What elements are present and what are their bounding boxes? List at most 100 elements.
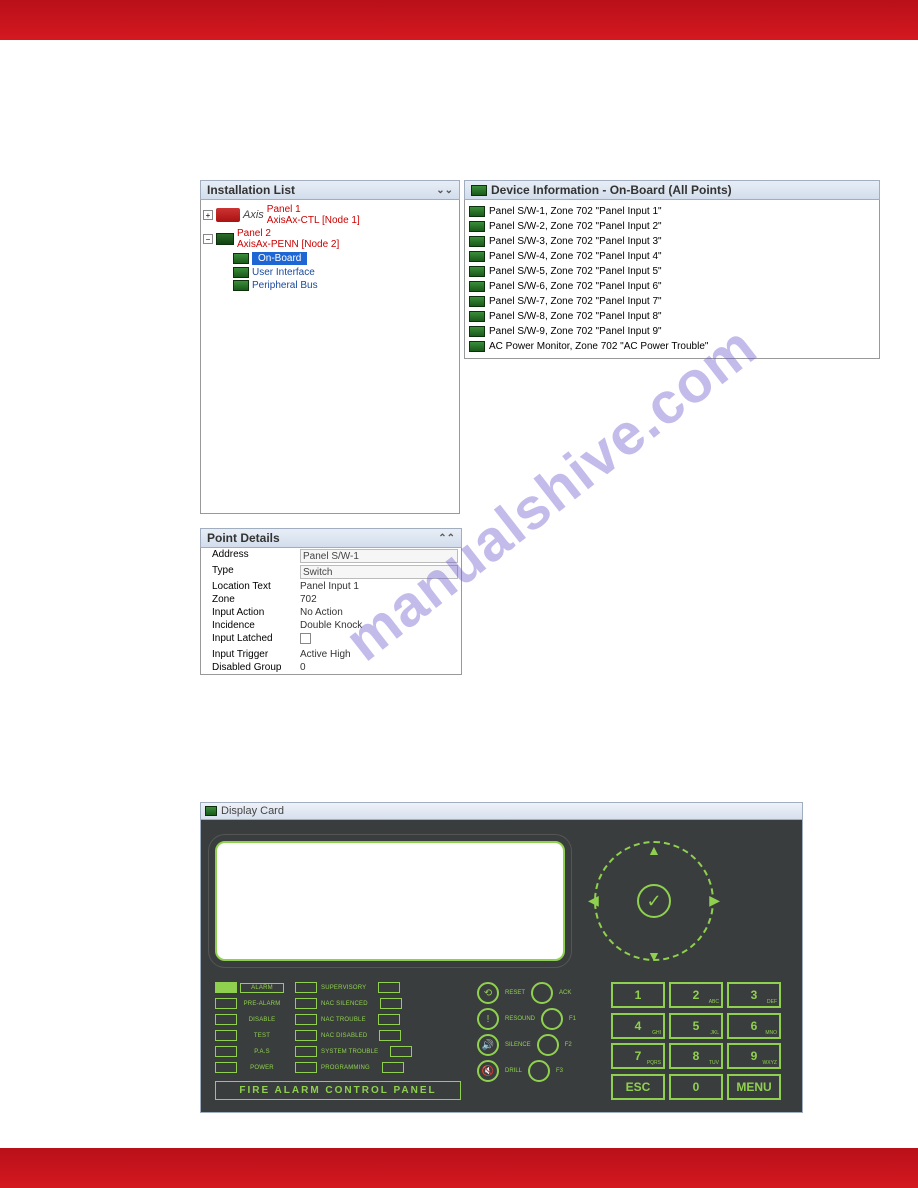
keypad-key[interactable]: 2ABC — [669, 982, 723, 1008]
led-label: PROGRAMMING — [320, 1064, 371, 1072]
led-indicator — [215, 1046, 237, 1057]
expand-icon[interactable]: + — [203, 210, 213, 220]
device-list[interactable]: Panel S/W-1, Zone 702 "Panel Input 1"Pan… — [464, 200, 880, 359]
led-indicator — [295, 1014, 317, 1025]
led-indicator — [215, 1014, 237, 1025]
device-icon — [469, 251, 485, 262]
key-sub: PQRS — [647, 1061, 661, 1066]
arrow-down-icon[interactable]: ▼ — [647, 948, 661, 964]
control-label: DRILL — [505, 1068, 522, 1074]
device-row[interactable]: Panel S/W-1, Zone 702 "Panel Input 1" — [469, 204, 875, 219]
device-row[interactable]: Panel S/W-6, Zone 702 "Panel Input 6" — [469, 279, 875, 294]
device-row-label: Panel S/W-4, Zone 702 "Panel Input 4" — [489, 251, 662, 262]
navigation-wheel[interactable]: ✓ ▲ ▼ ◀ ▶ — [589, 836, 719, 966]
device-row[interactable]: Panel S/W-9, Zone 702 "Panel Input 9" — [469, 324, 875, 339]
point-detail-value: Double Knock — [300, 620, 458, 631]
control-row: ⟲RESETACK — [477, 982, 595, 1004]
device-row-label: Panel S/W-9, Zone 702 "Panel Input 9" — [489, 326, 662, 337]
keypad-key[interactable]: 1 — [611, 982, 665, 1008]
control-button[interactable]: ⟲ — [477, 982, 499, 1004]
led-label: DISABLE — [240, 1016, 284, 1024]
keypad-key[interactable]: 6MNO — [727, 1013, 781, 1039]
device-row[interactable]: AC Power Monitor, Zone 702 "AC Power Tro… — [469, 339, 875, 354]
point-detail-label: Incidence — [204, 620, 300, 631]
collapse-icon[interactable]: ⌄⌄ — [436, 185, 453, 196]
point-detail-row: Input ActionNo Action — [201, 606, 461, 619]
keypad-key[interactable]: 5JKL — [669, 1013, 723, 1039]
key-number: 8 — [693, 1050, 700, 1062]
point-detail-label: Disabled Group — [204, 662, 300, 673]
point-detail-value: 702 — [300, 594, 458, 605]
board-icon — [233, 267, 249, 278]
led-indicator — [379, 1030, 401, 1041]
device-row[interactable]: Panel S/W-8, Zone 702 "Panel Input 8" — [469, 309, 875, 324]
device-row[interactable]: Panel S/W-2, Zone 702 "Panel Input 2" — [469, 219, 875, 234]
tree-node-panel1[interactable]: + Axis Panel 1 AxisAx-CTL [Node 1] — [203, 203, 457, 227]
panel1-title: Panel 1 — [267, 204, 360, 215]
control-button[interactable] — [531, 982, 553, 1004]
point-detail-row: Input TriggerActive High — [201, 648, 461, 661]
device-row-label: Panel S/W-6, Zone 702 "Panel Input 6" — [489, 281, 662, 292]
device-row[interactable]: Panel S/W-7, Zone 702 "Panel Input 7" — [469, 294, 875, 309]
control-row: !RESOUNDF1 — [477, 1008, 595, 1030]
control-row: 🔇DRILLF3 — [477, 1060, 595, 1082]
display-card-panel: ✓ ▲ ▼ ◀ ▶ ALARMSUPERVISORY PRE-ALARMNAC S… — [200, 819, 803, 1113]
control-button[interactable]: 🔇 — [477, 1060, 499, 1082]
control-button[interactable]: 🔊 — [477, 1034, 499, 1056]
keypad-key[interactable]: 8TUV — [669, 1043, 723, 1069]
installation-list-header[interactable]: Installation List ⌄⌄ — [200, 180, 460, 200]
led-indicator — [295, 982, 317, 993]
control-label: F2 — [565, 1042, 572, 1048]
key-number: 7 — [635, 1050, 642, 1062]
control-button[interactable]: ! — [477, 1008, 499, 1030]
keypad-key[interactable]: 3DEF — [727, 982, 781, 1008]
arrow-left-icon[interactable]: ◀ — [588, 892, 599, 909]
control-button[interactable] — [541, 1008, 563, 1030]
point-detail-label: Input Action — [204, 607, 300, 618]
keypad-key[interactable]: 0 — [669, 1074, 723, 1100]
control-button[interactable] — [537, 1034, 559, 1056]
device-row[interactable]: Panel S/W-5, Zone 702 "Panel Input 5" — [469, 264, 875, 279]
keypad-key[interactable]: 7 PQRS — [611, 1043, 665, 1069]
control-button[interactable] — [528, 1060, 550, 1082]
point-detail-input[interactable] — [300, 549, 458, 563]
led-indicator — [378, 1014, 400, 1025]
led-label: P.A.S — [240, 1048, 284, 1056]
point-detail-input[interactable] — [300, 565, 458, 579]
point-detail-value: No Action — [300, 607, 458, 618]
device-info-header[interactable]: Device Information - On-Board (All Point… — [464, 180, 880, 200]
device-icon — [469, 341, 485, 352]
tree-node-user-interface[interactable]: User Interface — [233, 266, 457, 279]
point-detail-value: Panel Input 1 — [300, 581, 458, 592]
device-row[interactable]: Panel S/W-3, Zone 702 "Panel Input 3" — [469, 234, 875, 249]
point-details-header[interactable]: Point Details ⌃⌃ — [200, 528, 462, 548]
device-icon — [469, 296, 485, 307]
control-label: RESET — [505, 990, 525, 996]
led-indicator — [295, 998, 317, 1009]
device-row[interactable]: Panel S/W-4, Zone 702 "Panel Input 4" — [469, 249, 875, 264]
led-row: TESTNAC DISABLED — [215, 1030, 461, 1041]
tree-node-peripheral-bus[interactable]: Peripheral Bus — [233, 279, 457, 292]
control-label: RESOUND — [505, 1016, 535, 1022]
led-row: ALARMSUPERVISORY — [215, 982, 461, 993]
keypad-key[interactable]: 9WXYZ — [727, 1043, 781, 1069]
device-icon — [469, 281, 485, 292]
led-row: PRE-ALARMNAC SILENCED — [215, 998, 461, 1009]
keypad-key[interactable]: MENU — [727, 1074, 781, 1100]
led-label: TEST — [240, 1032, 284, 1040]
board-icon — [233, 253, 249, 264]
arrow-up-icon[interactable]: ▲ — [647, 842, 661, 858]
ok-button[interactable]: ✓ — [637, 884, 671, 918]
keypad-key[interactable]: ESC — [611, 1074, 665, 1100]
keypad-key[interactable]: 4GHI — [611, 1013, 665, 1039]
tree-node-panel2[interactable]: − Panel 2 AxisAx-PENN [Node 2] — [203, 227, 457, 251]
key-sub: MNO — [765, 1031, 777, 1036]
led-indicator — [295, 1030, 317, 1041]
point-detail-row: Type — [201, 564, 461, 580]
collapse-minus-icon[interactable]: − — [203, 234, 213, 244]
collapse-up-icon[interactable]: ⌃⌃ — [438, 533, 455, 544]
installation-tree[interactable]: + Axis Panel 1 AxisAx-CTL [Node 1] − Pan… — [200, 200, 460, 514]
arrow-right-icon[interactable]: ▶ — [709, 892, 720, 909]
tree-node-onboard[interactable]: On-Board — [233, 251, 457, 266]
checkbox-icon[interactable] — [300, 633, 311, 644]
